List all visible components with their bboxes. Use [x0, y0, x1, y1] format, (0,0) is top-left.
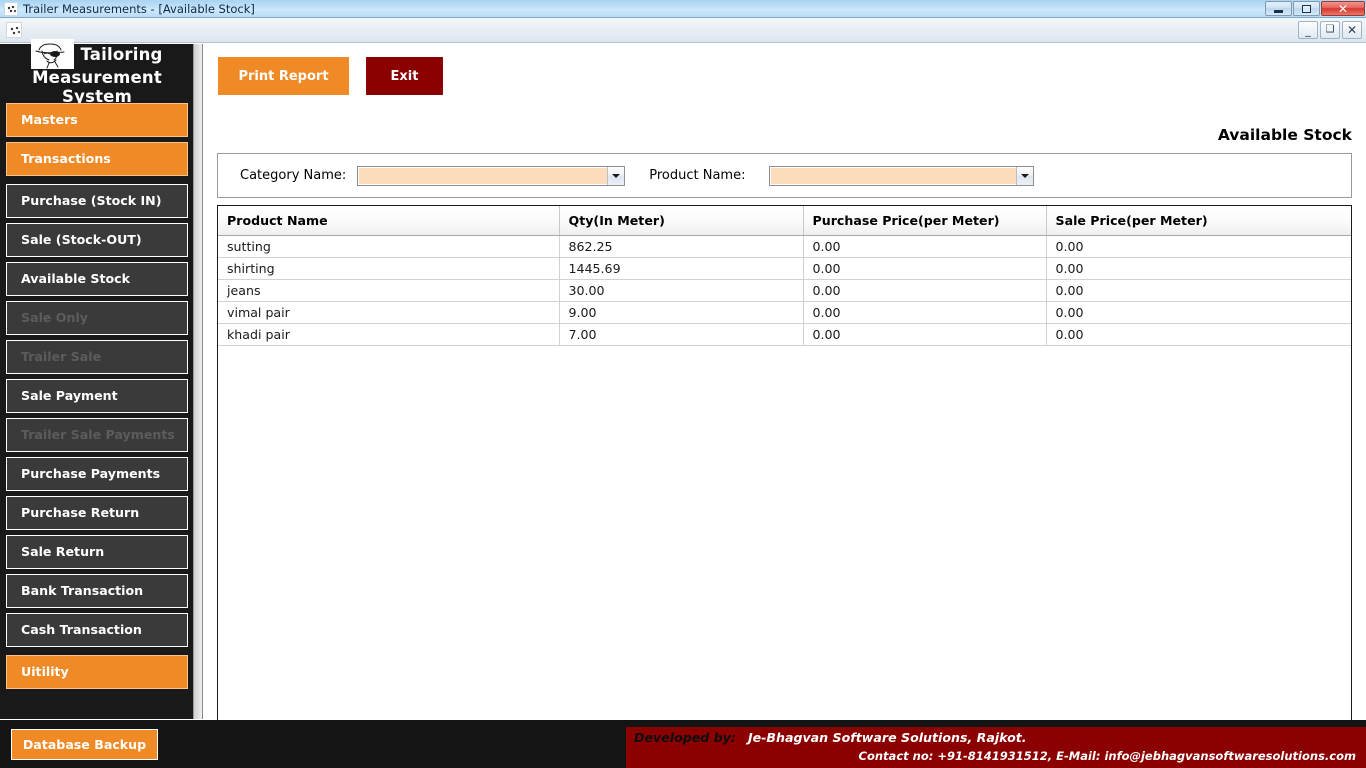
cell-product-name[interactable]: khadi pair	[218, 323, 560, 346]
column-header-purchase-price[interactable]: Purchase Price(per Meter)	[803, 206, 1047, 236]
application-window: Trailer Measurements - [Available Stock]…	[0, 0, 1366, 768]
cell-sale-price[interactable]: 0.00	[1046, 257, 1351, 280]
mdi-minimize-icon: _	[1305, 24, 1311, 37]
brand-header: Tailoring Measurement System	[0, 39, 194, 106]
tailor-sketch-logo	[31, 39, 75, 69]
filter-panel: Category Name: Product Name:	[217, 153, 1352, 198]
titlebar-left-group: Trailer Measurements - [Available Stock]	[0, 0, 255, 18]
mdi-close-icon: ✕	[1346, 23, 1358, 37]
product-name-label: Product Name:	[649, 168, 746, 183]
cell-qty[interactable]: 9.00	[559, 301, 804, 324]
cell-sale-price[interactable]: 0.00	[1046, 323, 1351, 346]
cell-product-name[interactable]: vimal pair	[218, 301, 560, 324]
maximize-button[interactable]	[1293, 1, 1320, 16]
body-area: Tailoring Measurement System Masters Tra…	[0, 39, 1366, 768]
table-header-row: Product Name Qty(In Meter) Purchase Pric…	[218, 206, 1351, 236]
cell-product-name[interactable]: sutting	[218, 235, 560, 258]
developer-company: Je-Bhagvan Software Solutions, Rajkot.	[747, 730, 1027, 745]
table-row[interactable]: khadi pair 7.00 0.00 0.00	[218, 323, 1351, 346]
mdi-child-bar: _ ❑ ✕	[0, 18, 1366, 43]
sidebar: Tailoring Measurement System Masters Tra…	[0, 39, 203, 719]
column-header-product-name[interactable]: Product Name	[218, 206, 560, 236]
developer-credit: Developed by: Je-Bhagvan Software Soluti…	[626, 727, 1366, 768]
cell-sale-price[interactable]: 0.00	[1046, 301, 1351, 324]
content-area: Print Report Exit Available Stock Catego…	[204, 44, 1366, 757]
cell-product-name[interactable]: shirting	[218, 257, 560, 280]
maximize-icon	[1294, 2, 1319, 15]
sidebar-item-available-stock[interactable]: Available Stock	[6, 262, 188, 296]
tailor-app-icon	[4, 2, 18, 16]
tailor-sketch-logo-svg	[31, 39, 75, 69]
sidebar-item-trailer-sale: Trailer Sale	[6, 340, 188, 374]
brand-line-2: Measurement System	[32, 68, 162, 106]
toolbar: Print Report Exit	[218, 57, 443, 95]
cell-sale-price[interactable]: 0.00	[1046, 235, 1351, 258]
cell-purchase-price[interactable]: 0.00	[803, 323, 1047, 346]
backup-strip: Database Backup	[0, 720, 203, 768]
cell-purchase-price[interactable]: 0.00	[803, 279, 1047, 302]
sidebar-item-bank-transaction[interactable]: Bank Transaction	[6, 574, 188, 608]
cell-sale-price[interactable]: 0.00	[1046, 279, 1351, 302]
window-titlebar: Trailer Measurements - [Available Stock]…	[0, 0, 1366, 18]
sidebar-item-transactions[interactable]: Transactions	[6, 142, 188, 176]
mdi-close-button[interactable]: ✕	[1342, 21, 1362, 39]
print-report-button[interactable]: Print Report	[218, 57, 349, 95]
mdi-app-icon	[6, 22, 22, 38]
mdi-window-controls: _ ❑ ✕	[1298, 21, 1362, 39]
window-controls: ✕	[1265, 1, 1365, 16]
chevron-down-icon[interactable]	[1016, 166, 1034, 185]
sidebar-item-trailer-sale-payments: Trailer Sale Payments	[6, 418, 188, 452]
mdi-restore-icon: ❑	[1325, 24, 1335, 35]
cell-purchase-price[interactable]: 0.00	[803, 257, 1047, 280]
category-name-input[interactable]	[359, 167, 608, 184]
sidebar-item-cash-transaction[interactable]: Cash Transaction	[6, 613, 188, 647]
database-backup-button[interactable]: Database Backup	[11, 729, 158, 760]
sidebar-item-sale-stock-out[interactable]: Sale (Stock-OUT)	[6, 223, 188, 257]
cell-qty[interactable]: 1445.69	[559, 257, 804, 280]
exit-button[interactable]: Exit	[366, 57, 443, 95]
sidebar-item-sale-only: Sale Only	[6, 301, 188, 335]
chevron-down-icon[interactable]	[607, 166, 625, 185]
close-icon: ✕	[1337, 1, 1349, 16]
sidebar-item-purchase-stock-in[interactable]: Purchase (Stock IN)	[6, 184, 188, 218]
window-title: Trailer Measurements - [Available Stock]	[23, 2, 255, 16]
sidebar-item-sale-payment[interactable]: Sale Payment	[6, 379, 188, 413]
close-button[interactable]: ✕	[1321, 1, 1365, 16]
table-row[interactable]: jeans 30.00 0.00 0.00	[218, 279, 1351, 302]
brand-line-1: Tailoring	[80, 44, 163, 64]
cell-product-name[interactable]: jeans	[218, 279, 560, 302]
developed-by-label: Developed by:	[634, 730, 736, 745]
sidebar-item-purchase-payments[interactable]: Purchase Payments	[6, 457, 188, 491]
sidebar-item-utility[interactable]: Uitility	[6, 655, 188, 689]
column-header-sale-price[interactable]: Sale Price(per Meter)	[1046, 206, 1351, 236]
stock-table: Product Name Qty(In Meter) Purchase Pric…	[218, 206, 1351, 346]
page-title: Available Stock	[1217, 126, 1352, 144]
product-name-dropdown[interactable]	[769, 165, 1035, 186]
developer-contact: Contact no: +91-8141931512, E-Mail: info…	[858, 749, 1356, 763]
cell-qty[interactable]: 30.00	[559, 279, 804, 302]
table-header: Product Name Qty(In Meter) Purchase Pric…	[218, 206, 1351, 236]
sidebar-item-sale-return[interactable]: Sale Return	[6, 535, 188, 569]
product-name-input[interactable]	[771, 167, 1017, 184]
minimize-button[interactable]	[1265, 1, 1292, 16]
category-name-dropdown[interactable]	[357, 165, 626, 186]
sidebar-item-purchase-return[interactable]: Purchase Return	[6, 496, 188, 530]
mdi-restore-button[interactable]: ❑	[1320, 21, 1340, 39]
table-row[interactable]: sutting 862.25 0.00 0.00	[218, 235, 1351, 258]
column-header-qty[interactable]: Qty(In Meter)	[559, 206, 804, 236]
table-row[interactable]: vimal pair 9.00 0.00 0.00	[218, 301, 1351, 324]
cell-purchase-price[interactable]: 0.00	[803, 301, 1047, 324]
sidebar-scrollbar[interactable]	[193, 44, 202, 719]
table-body: sutting 862.25 0.00 0.00 shirting 1445.6…	[218, 235, 1351, 346]
sidebar-menu: Masters Transactions Purchase (Stock IN)…	[0, 103, 194, 694]
available-stock-grid[interactable]: Product Name Qty(In Meter) Purchase Pric…	[217, 205, 1352, 757]
cell-qty[interactable]: 7.00	[559, 323, 804, 346]
minimize-icon	[1266, 2, 1291, 15]
cell-qty[interactable]: 862.25	[559, 235, 804, 258]
cell-purchase-price[interactable]: 0.00	[803, 235, 1047, 258]
sidebar-item-masters[interactable]: Masters	[6, 103, 188, 137]
mdi-minimize-button[interactable]: _	[1298, 21, 1318, 39]
category-name-label: Category Name:	[240, 168, 347, 183]
table-row[interactable]: shirting 1445.69 0.00 0.00	[218, 257, 1351, 280]
